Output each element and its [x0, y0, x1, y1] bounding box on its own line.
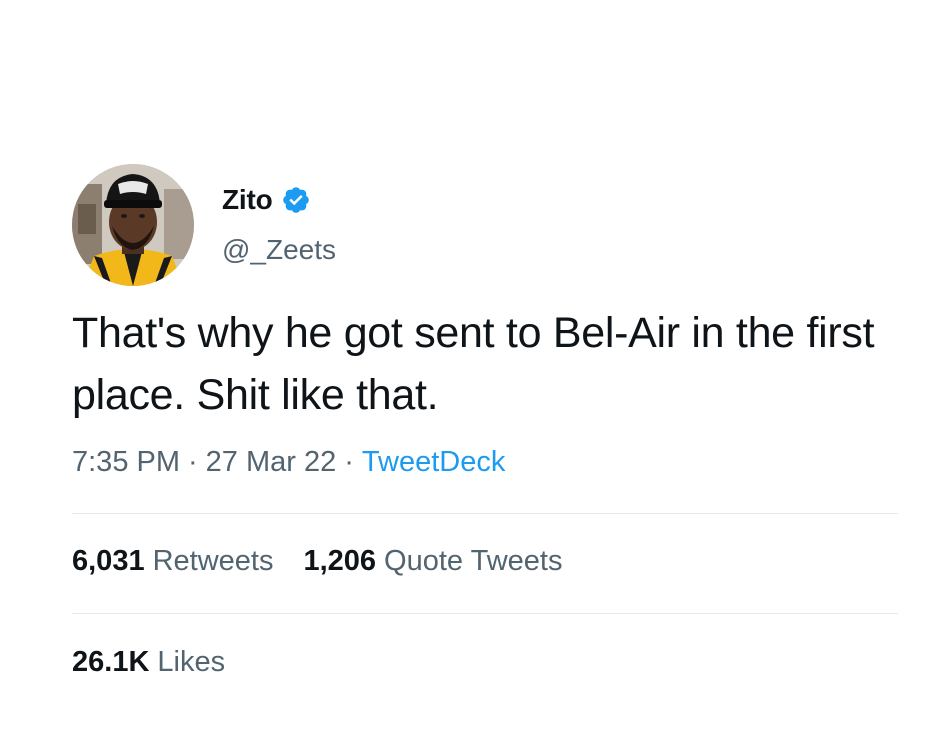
likes-stats-row: 26.1K Likes [72, 646, 255, 679]
tweet-meta: 7:35 PM · 27 Mar 22 · TweetDeck [72, 446, 505, 479]
retweets-label: Retweets [152, 545, 274, 577]
quote-tweets-count: 1,206 [303, 545, 377, 577]
divider [72, 513, 898, 514]
likes-count: 26.1K [72, 646, 150, 678]
avatar[interactable] [72, 164, 194, 286]
retweets-stat[interactable]: 6,031 Retweets [72, 545, 273, 577]
divider [72, 613, 898, 614]
tweet-source-link[interactable]: TweetDeck [362, 446, 505, 478]
tweet-card: Zito @_Zeets That's why he got sent to B… [0, 0, 945, 750]
user-handle[interactable]: @_Zeets [222, 234, 336, 266]
likes-label: Likes [157, 646, 226, 678]
meta-separator: · [344, 446, 354, 478]
verified-badge-icon [281, 185, 311, 215]
name-row: Zito [222, 180, 311, 220]
tweet-date[interactable]: 27 Mar 22 [206, 446, 337, 478]
display-name[interactable]: Zito [222, 184, 273, 216]
likes-stat[interactable]: 26.1K Likes [72, 646, 225, 678]
tweet-time[interactable]: 7:35 PM [72, 446, 180, 478]
meta-separator: · [188, 446, 198, 478]
engagement-stats-row: 6,031 Retweets 1,206 Quote Tweets [72, 545, 592, 578]
quote-tweets-label: Quote Tweets [384, 545, 563, 577]
quote-tweets-stat[interactable]: 1,206 Quote Tweets [303, 545, 562, 577]
retweets-count: 6,031 [72, 545, 145, 577]
tweet-text: That's why he got sent to Bel-Air in the… [72, 309, 875, 419]
avatar-photo [72, 164, 194, 286]
